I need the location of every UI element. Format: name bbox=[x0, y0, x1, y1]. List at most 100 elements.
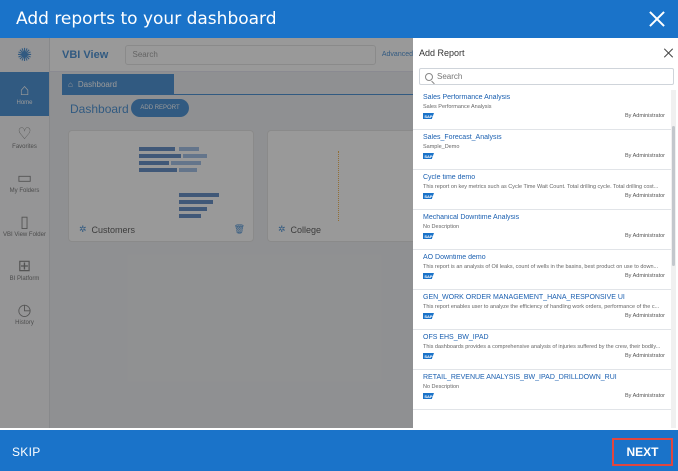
trash-icon[interactable]: 🗑 bbox=[234, 224, 245, 235]
report-description: This report on key metrics such as Cycle… bbox=[423, 184, 659, 190]
report-author: By Administrator bbox=[624, 233, 665, 239]
chart-type-icon: ✲ bbox=[278, 224, 286, 234]
card-title: ✲ College bbox=[278, 224, 321, 235]
report-title[interactable]: Sales_Forecast_Analysis bbox=[423, 134, 665, 141]
folder-icon: ▭ bbox=[16, 170, 33, 187]
report-list: Sales Performance Analysis Sales Perform… bbox=[413, 90, 671, 428]
report-list-item[interactable]: RETAIL_REVENUE ANALYSIS_BW_IPAD_DRILLDOW… bbox=[413, 370, 671, 410]
breadcrumb[interactable]: ⌂ Dashboard bbox=[62, 74, 174, 94]
report-description: Sample_Demo bbox=[423, 144, 460, 150]
sap-icon: SAP bbox=[423, 193, 434, 199]
sap-icon: SAP bbox=[423, 233, 434, 239]
folder-icon: ▯ bbox=[20, 214, 29, 231]
card-name: College bbox=[290, 224, 322, 235]
left-nav: ✺ ⌂ Home ♡ Favorites ▭ My Folders ▯ VBI … bbox=[0, 38, 50, 428]
report-author: By Administrator bbox=[624, 153, 665, 159]
breadcrumb-divider bbox=[62, 94, 413, 95]
report-list-item[interactable]: AO Downtime demo This report is an analy… bbox=[413, 250, 671, 290]
chart-bar bbox=[179, 193, 219, 197]
report-search-box[interactable] bbox=[419, 68, 674, 85]
nav-item-vbi-view-folder[interactable]: ▯ VBI View Folder bbox=[0, 204, 49, 248]
report-description: This dashboards provides a comprehensive… bbox=[423, 344, 661, 350]
panel-header: Add Report bbox=[413, 38, 678, 68]
card-name: Customers bbox=[91, 224, 136, 235]
chart-type-icon: ✲ bbox=[79, 224, 87, 234]
report-list-item[interactable]: Sales Performance Analysis Sales Perform… bbox=[413, 90, 671, 130]
report-author: By Administrator bbox=[624, 353, 665, 359]
panel-title: Add Report bbox=[419, 48, 465, 58]
chart-bar bbox=[139, 168, 177, 172]
sap-icon: SAP bbox=[423, 353, 434, 359]
sap-icon: SAP bbox=[423, 313, 434, 319]
sap-icon: SAP bbox=[423, 273, 434, 279]
clock-icon: ◷ bbox=[17, 302, 32, 319]
add-report-panel: Add Report Sales Performance Analysis Sa… bbox=[413, 38, 678, 428]
report-author: By Administrator bbox=[624, 393, 665, 399]
dashboard-card-customers[interactable]: ✲ Customers 🗑 bbox=[68, 130, 254, 242]
report-list-item[interactable]: OFS EHS_BW_IPAD This dashboards provides… bbox=[413, 330, 671, 370]
next-button[interactable]: NEXT bbox=[612, 438, 673, 466]
sap-icon: SAP bbox=[423, 393, 434, 399]
chart-bar bbox=[183, 154, 207, 158]
dialog-title: Add reports to your dashboard bbox=[16, 9, 277, 29]
report-footer: SAP By Administrator bbox=[423, 393, 665, 399]
chart-bar bbox=[179, 200, 213, 204]
hierarchy-icon: ⊞ bbox=[17, 258, 32, 275]
nav-item-home[interactable]: ⌂ Home bbox=[0, 72, 49, 116]
heart-icon: ♡ bbox=[17, 126, 32, 143]
scrollbar-thumb[interactable] bbox=[672, 126, 675, 266]
app-search-placeholder: Search bbox=[132, 50, 158, 59]
report-title[interactable]: Cycle time demo bbox=[423, 174, 665, 181]
report-footer: SAP By Administrator bbox=[423, 193, 665, 199]
card-title: ✲ Customers bbox=[79, 224, 135, 235]
report-description: No Description bbox=[423, 384, 460, 390]
app-search-input[interactable]: Search bbox=[125, 44, 376, 65]
report-footer: SAP By Administrator bbox=[423, 113, 665, 119]
sap-icon: SAP bbox=[423, 113, 434, 119]
home-icon: ⌂ bbox=[68, 79, 73, 89]
report-footer: SAP By Administrator bbox=[423, 233, 665, 239]
add-report-button[interactable]: ADD REPORT bbox=[131, 99, 189, 117]
report-author: By Administrator bbox=[624, 273, 665, 279]
report-description: No Description bbox=[423, 224, 460, 230]
scatter-plot-icon bbox=[338, 151, 378, 221]
nav-label: My Folders bbox=[9, 188, 40, 194]
nav-label: Home bbox=[16, 100, 33, 106]
report-list-item[interactable]: Sales_Forecast_Analysis Sample_Demo SAP … bbox=[413, 130, 671, 170]
report-title[interactable]: OFS EHS_BW_IPAD bbox=[423, 334, 665, 341]
report-footer: SAP By Administrator bbox=[423, 353, 665, 359]
chart-bar bbox=[179, 207, 207, 211]
report-list-item[interactable]: Mechanical Downtime Analysis No Descript… bbox=[413, 210, 671, 250]
advanced-link[interactable]: Advanced bbox=[382, 51, 413, 58]
nav-label: Favorites bbox=[12, 144, 37, 150]
nav-item-bi-platform[interactable]: ⊞ BI Platform bbox=[0, 248, 49, 292]
home-icon: ⌂ bbox=[19, 82, 30, 99]
report-footer: SAP By Administrator bbox=[423, 153, 665, 159]
nav-item-history[interactable]: ◷ History bbox=[0, 292, 49, 336]
dialog-footer: SKIP NEXT bbox=[0, 430, 678, 471]
skip-button[interactable]: SKIP bbox=[12, 445, 41, 459]
app-logo-icon: ✺ bbox=[16, 44, 33, 65]
nav-item-my-folders[interactable]: ▭ My Folders bbox=[0, 160, 49, 204]
report-title[interactable]: RETAIL_REVENUE ANALYSIS_BW_IPAD_DRILLDOW… bbox=[423, 374, 665, 381]
report-title[interactable]: AO Downtime demo bbox=[423, 254, 665, 261]
chart-bar bbox=[179, 168, 197, 172]
report-title[interactable]: Sales Performance Analysis bbox=[423, 94, 665, 101]
report-description: This report is an analysis of Oil leaks,… bbox=[423, 264, 659, 270]
close-icon[interactable] bbox=[664, 48, 674, 58]
close-icon[interactable] bbox=[648, 10, 666, 28]
search-icon bbox=[425, 72, 433, 81]
report-footer: SAP By Administrator bbox=[423, 273, 665, 279]
nav-label: History bbox=[15, 320, 34, 326]
report-footer: SAP By Administrator bbox=[423, 313, 665, 319]
chart-bar bbox=[139, 161, 169, 165]
report-title[interactable]: GEN_WORK ORDER MANAGEMENT_HANA_RESPONSIV… bbox=[423, 294, 665, 301]
report-list-item[interactable]: GEN_WORK ORDER MANAGEMENT_HANA_RESPONSIV… bbox=[413, 290, 671, 330]
report-description: Sales Performance Analysis bbox=[423, 104, 492, 110]
dialog-header: Add reports to your dashboard bbox=[0, 0, 678, 38]
nav-item-favorites[interactable]: ♡ Favorites bbox=[0, 116, 49, 160]
report-search-input[interactable] bbox=[437, 72, 657, 81]
app-topbar: VBI View Search Advanced bbox=[50, 38, 413, 72]
report-title[interactable]: Mechanical Downtime Analysis bbox=[423, 214, 665, 221]
report-list-item[interactable]: Cycle time demo This report on key metri… bbox=[413, 170, 671, 210]
